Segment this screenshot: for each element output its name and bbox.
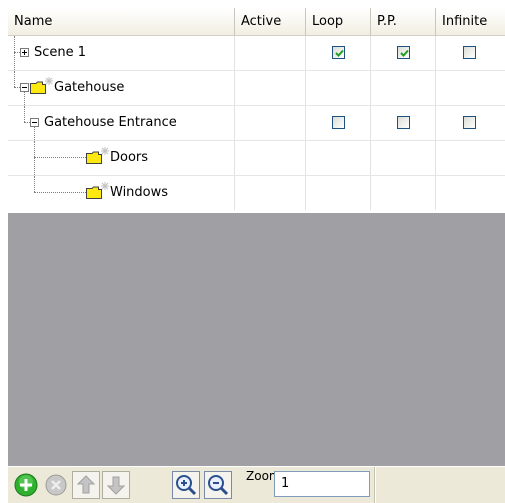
loop-checkbox[interactable] bbox=[332, 116, 345, 129]
column-header-pp[interactable]: P.P. bbox=[371, 8, 436, 35]
folder-icon bbox=[30, 81, 46, 94]
sparkle-icon bbox=[101, 182, 109, 190]
move-up-icon bbox=[76, 475, 96, 494]
check-icon bbox=[335, 49, 344, 57]
tree-item-label: Gatehouse Entrance bbox=[44, 115, 177, 130]
scene-tree: Name Active Loop P.P. Infinite Scene 1 G… bbox=[8, 8, 505, 213]
check-icon bbox=[400, 49, 409, 57]
scene-tree-panel: Name Active Loop P.P. Infinite Scene 1 G… bbox=[8, 8, 505, 503]
column-header-infinite[interactable]: Infinite bbox=[436, 8, 505, 35]
tree-row-doors[interactable]: Doors bbox=[8, 141, 505, 176]
zoom-in-button[interactable] bbox=[172, 471, 200, 499]
tree-row-gatehouse-entrance[interactable]: Gatehouse Entrance bbox=[8, 106, 505, 141]
pp-checkbox[interactable] bbox=[397, 116, 410, 129]
column-header-row: Name Active Loop P.P. Infinite bbox=[8, 8, 505, 36]
collapse-minus-icon[interactable] bbox=[20, 83, 29, 92]
bottom-toolbar: Zoom: 1 bbox=[8, 466, 505, 503]
sparkle-icon bbox=[45, 77, 53, 85]
tree-item-label: Windows bbox=[110, 185, 169, 200]
column-header-active[interactable]: Active bbox=[235, 8, 306, 35]
pp-checkbox[interactable] bbox=[397, 46, 410, 59]
zoom-input[interactable]: 1 bbox=[274, 471, 370, 497]
zoom-out-button[interactable] bbox=[204, 471, 232, 499]
add-button[interactable] bbox=[12, 471, 40, 499]
infinite-checkbox[interactable] bbox=[463, 116, 476, 129]
add-icon bbox=[14, 473, 38, 497]
tree-row-windows[interactable]: Windows bbox=[8, 176, 505, 210]
column-header-loop[interactable]: Loop bbox=[306, 8, 371, 35]
tree-item-label: Gatehouse bbox=[54, 80, 125, 95]
move-down-button[interactable] bbox=[102, 471, 130, 499]
tree-row-scene-1[interactable]: Scene 1 bbox=[8, 36, 505, 71]
sparkle-icon bbox=[101, 147, 109, 155]
infinite-checkbox[interactable] bbox=[463, 46, 476, 59]
move-up-button[interactable] bbox=[72, 471, 100, 499]
folder-icon bbox=[86, 151, 102, 164]
collapse-minus-icon[interactable] bbox=[30, 118, 39, 127]
move-down-icon bbox=[106, 476, 126, 495]
toolbar-separator bbox=[374, 467, 376, 503]
column-header-name[interactable]: Name bbox=[8, 8, 235, 35]
tree-row-gatehouse[interactable]: Gatehouse bbox=[8, 71, 505, 106]
tree-item-label: Scene 1 bbox=[34, 45, 87, 60]
zoom-out-icon bbox=[208, 475, 229, 496]
remove-icon bbox=[45, 474, 67, 496]
expand-plus-icon[interactable] bbox=[20, 48, 29, 57]
tree-item-label: Doors bbox=[110, 150, 149, 165]
zoom-in-icon bbox=[176, 475, 197, 496]
remove-button[interactable] bbox=[42, 471, 70, 499]
folder-icon bbox=[86, 186, 102, 199]
loop-checkbox[interactable] bbox=[332, 46, 345, 59]
